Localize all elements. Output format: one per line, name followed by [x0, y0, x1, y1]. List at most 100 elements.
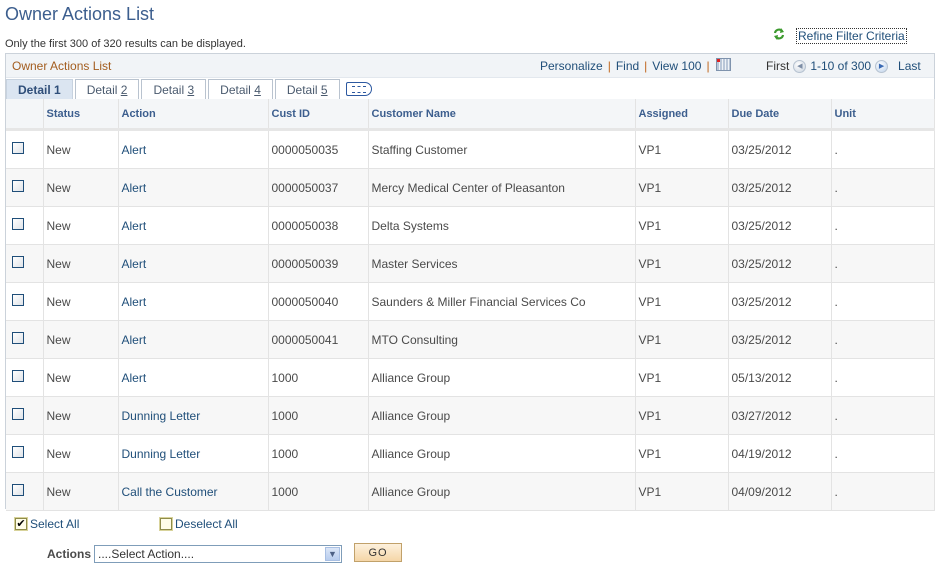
- cell-cust-id: 0000050041: [268, 320, 369, 359]
- row-checkbox[interactable]: [12, 256, 24, 268]
- cell-select: [6, 434, 44, 473]
- cell-customer-name: Master Services: [368, 244, 636, 283]
- cell-status: New: [43, 472, 119, 511]
- previous-icon[interactable]: ◀: [793, 59, 807, 73]
- action-link[interactable]: Dunning Letter: [122, 447, 201, 461]
- table-row: New Dunning Letter 1000 Alliance Group VP1 04…: [6, 434, 935, 473]
- tab-label: Detail: [153, 82, 185, 97]
- actions-select[interactable]: ....Select Action.... ▼: [94, 545, 343, 563]
- last-link[interactable]: Last: [898, 59, 921, 73]
- cell-due-date: 03/25/2012: [728, 129, 832, 169]
- row-checkbox[interactable]: [12, 484, 24, 496]
- chevron-down-icon[interactable]: ▼: [325, 547, 341, 561]
- row-checkbox[interactable]: [12, 446, 24, 458]
- deselect-all-link[interactable]: Deselect All: [175, 517, 238, 531]
- cell-status: New: [43, 358, 119, 397]
- action-link[interactable]: Alert: [122, 257, 147, 271]
- first-link[interactable]: First: [766, 59, 789, 73]
- column-header-unit[interactable]: Unit: [831, 99, 935, 131]
- deselect-all[interactable]: Deselect All: [159, 517, 238, 531]
- cell-action: Alert: [118, 129, 269, 169]
- pager: First ◀ 1-10 of 300 ▶ Last: [766, 59, 921, 73]
- cell-select: [6, 396, 44, 435]
- refine-filter-link[interactable]: Refine Filter Criteria: [796, 27, 907, 44]
- cell-select: [6, 282, 44, 321]
- cell-unit: .: [831, 168, 935, 207]
- cell-customer-name: Alliance Group: [368, 472, 636, 511]
- results-notice: Only the first 300 of 320 results can be…: [5, 38, 246, 50]
- action-link[interactable]: Alert: [122, 143, 147, 157]
- cell-status: New: [43, 129, 119, 169]
- cell-action: Dunning Letter: [118, 434, 269, 473]
- cell-status: New: [43, 396, 119, 435]
- tab-key: 4: [254, 82, 261, 97]
- select-all[interactable]: ✔ Select All: [14, 517, 79, 531]
- action-link[interactable]: Alert: [122, 295, 147, 309]
- cell-due-date: 03/25/2012: [728, 282, 832, 321]
- column-header-assigned[interactable]: Assigned: [635, 99, 729, 131]
- column-header-select: [6, 99, 44, 131]
- find-link[interactable]: Find: [616, 59, 639, 73]
- cell-status: New: [43, 206, 119, 245]
- cell-due-date: 04/09/2012: [728, 472, 832, 511]
- cell-action: Alert: [118, 206, 269, 245]
- cell-action: Alert: [118, 168, 269, 207]
- show-all-columns-icon[interactable]: [345, 82, 372, 96]
- tab-key: 3: [187, 82, 195, 97]
- action-link[interactable]: Call the Customer: [122, 485, 218, 499]
- cell-unit: .: [831, 282, 935, 321]
- cell-assigned: VP1: [635, 244, 729, 283]
- cell-cust-id: 1000: [268, 434, 369, 473]
- action-link[interactable]: Alert: [122, 181, 147, 195]
- tab-detail-5[interactable]: Detail 5: [274, 79, 340, 99]
- cell-cust-id: 1000: [268, 472, 369, 511]
- row-checkbox[interactable]: [12, 180, 24, 192]
- column-header-customer-name[interactable]: Customer Name: [368, 99, 636, 131]
- table-row: New Alert 0000050038 Delta Systems VP1 03/25/…: [6, 206, 935, 245]
- actions-label: Actions: [47, 547, 92, 561]
- refine-filter[interactable]: Refine Filter Criteria: [772, 27, 907, 44]
- row-checkbox[interactable]: [12, 294, 24, 306]
- cell-action: Call the Customer: [118, 472, 269, 511]
- cell-select: [6, 206, 44, 245]
- table-row: New Alert 0000050040 Saunders & Miller Fina…: [6, 282, 935, 321]
- tab-detail-2[interactable]: Detail 2: [74, 79, 140, 99]
- deselect-all-checkbox-icon[interactable]: [159, 517, 173, 531]
- row-checkbox[interactable]: [12, 408, 24, 420]
- cell-unit: .: [831, 129, 935, 169]
- action-link[interactable]: Alert: [122, 219, 147, 233]
- action-link[interactable]: Alert: [122, 371, 147, 385]
- download-spreadsheet-icon[interactable]: [715, 57, 731, 71]
- tab-key: 1: [54, 82, 61, 97]
- cell-cust-id: 1000: [268, 358, 369, 397]
- go-button[interactable]: GO: [354, 543, 402, 562]
- row-checkbox[interactable]: [12, 332, 24, 344]
- cell-cust-id: 0000050038: [268, 206, 369, 245]
- personalize-link[interactable]: Personalize: [540, 59, 603, 73]
- separator: |: [644, 59, 648, 73]
- action-link[interactable]: Alert: [122, 333, 147, 347]
- view-all-link[interactable]: View 100: [652, 59, 701, 73]
- tab-detail-4[interactable]: Detail 4: [208, 79, 273, 99]
- select-all-link[interactable]: Select All: [30, 517, 79, 531]
- tab-detail-1[interactable]: Detail 1: [6, 79, 73, 99]
- column-header-status[interactable]: Status: [43, 99, 119, 131]
- grid-nav-links: Personalize | Find | View 100 |: [540, 57, 731, 73]
- column-header-action[interactable]: Action: [118, 99, 269, 131]
- tab-key: 5: [320, 82, 328, 97]
- grid-header: Owner Actions List Personalize | Find | …: [6, 54, 934, 78]
- cell-unit: .: [831, 320, 935, 359]
- row-checkbox[interactable]: [12, 218, 24, 230]
- select-all-checkbox-icon[interactable]: ✔: [14, 517, 28, 531]
- cell-action: Alert: [118, 320, 269, 359]
- row-checkbox[interactable]: [12, 142, 24, 154]
- tab-label: Detail: [18, 82, 51, 97]
- action-link[interactable]: Dunning Letter: [122, 409, 201, 423]
- column-header-due-date[interactable]: Due Date: [728, 99, 832, 131]
- table-header-row: Status Action Cust ID Customer Name Assi…: [6, 99, 935, 131]
- tab-detail-3[interactable]: Detail 3: [141, 79, 207, 99]
- next-icon[interactable]: ▶: [875, 59, 889, 73]
- refresh-icon[interactable]: [772, 27, 786, 44]
- column-header-cust-id[interactable]: Cust ID: [268, 99, 369, 131]
- row-checkbox[interactable]: [12, 370, 24, 382]
